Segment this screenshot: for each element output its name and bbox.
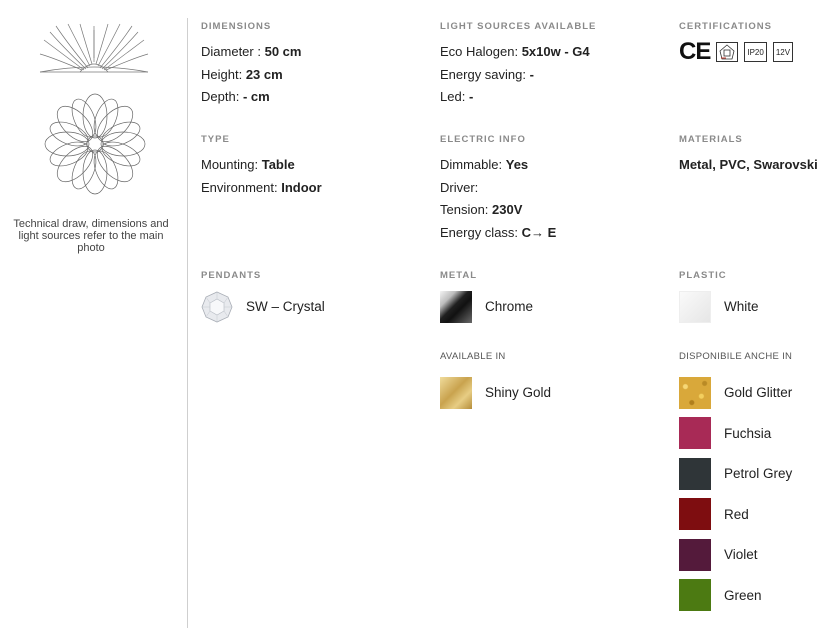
red-swatch	[679, 498, 711, 530]
ip20-badge: IP20	[744, 42, 767, 62]
diameter-label: Diameter :	[201, 44, 261, 59]
certifications-section: CERTIFICATIONS CE IP20 12V	[679, 20, 794, 65]
plastic-heading: PLASTIC	[679, 270, 727, 281]
electric-info-heading: ELECTRIC INFO	[440, 134, 526, 145]
petrol-grey-label: Petrol Grey	[724, 466, 793, 481]
driver-line: Driver:	[440, 177, 556, 200]
available-option[interactable]: Shiny Gold	[440, 376, 551, 409]
mounting-value: Table	[261, 157, 295, 172]
metal-option[interactable]: Chrome	[440, 290, 533, 323]
led-line: Led: -	[440, 86, 596, 109]
metal-section: METAL Chrome	[440, 269, 533, 331]
pendant-label: SW – Crystal	[246, 299, 325, 314]
class-ii-icon	[716, 42, 739, 62]
metal-heading: METAL	[440, 270, 478, 281]
dimensions-heading: DIMENSIONS	[201, 21, 272, 32]
environment-label: Environment:	[201, 179, 278, 195]
type-heading: TYPE	[201, 134, 230, 145]
materials-value: Metal, PVC, Swarovski	[679, 154, 818, 177]
dimmable-label: Dimmable:	[440, 157, 503, 172]
tension-label: Tension:	[440, 202, 489, 217]
dimensions-section: DIMENSIONS Diameter : 50 cm Height: 23 c…	[201, 20, 301, 109]
available-in-heading: AVAILABLE IN	[440, 351, 506, 362]
white-swatch	[679, 290, 711, 323]
fuchsia-option[interactable]: Fuchsia	[679, 417, 792, 450]
available-label: Shiny Gold	[485, 385, 552, 400]
type-section: TYPE Mounting: Table Environment: Indoor	[201, 133, 322, 199]
drawing-caption: Technical draw, dimensions and light sou…	[13, 218, 169, 254]
tension-line: Tension: 230V	[440, 199, 556, 222]
eco-halogen-label: Eco Halogen:	[440, 44, 519, 59]
depth-line: Depth: - cm	[201, 86, 301, 109]
top-view-drawing-icon	[44, 93, 146, 195]
gold-glitter-option[interactable]: Gold Glitter	[679, 376, 792, 409]
materials-section: MATERIALS Metal, PVC, Swarovski	[679, 133, 818, 177]
energy-saving-value: -	[529, 66, 534, 82]
dimmable-line: Dimmable: Yes	[440, 154, 556, 177]
also-available-section: DISPONIBILE ANCHE IN Gold Glitter Fuchsi…	[679, 350, 792, 619]
petrol-grey-option[interactable]: Petrol Grey	[679, 457, 792, 490]
led-label: Led:	[440, 89, 466, 104]
depth-value: - cm	[242, 89, 270, 104]
eco-halogen-line: Eco Halogen: 5x10w - G4	[440, 41, 596, 64]
energy-saving-line: Energy saving: -	[440, 64, 596, 87]
plastic-section: PLASTIC White	[679, 269, 759, 331]
light-sources-heading: LIGHT SOURCES AVAILABLE	[440, 21, 597, 32]
height-line: Height: 23 cm	[201, 64, 301, 87]
height-value: 23 cm	[245, 66, 283, 82]
energy-class-line: Energy class: C→ E	[440, 222, 556, 245]
mounting-line: Mounting: Table	[201, 154, 322, 177]
chrome-swatch	[440, 290, 472, 323]
pendants-heading: PENDANTS	[201, 270, 262, 281]
violet-label: Violet	[724, 547, 758, 562]
driver-label: Driver:	[440, 179, 479, 195]
plastic-label: White	[724, 299, 759, 314]
environment-line: Environment: Indoor	[201, 177, 322, 200]
eco-halogen-value: 5x10w - G4	[521, 44, 590, 59]
green-option[interactable]: Green	[679, 579, 792, 612]
side-view-drawing-icon	[39, 23, 149, 73]
plastic-option[interactable]: White	[679, 290, 759, 323]
gold-glitter-swatch	[679, 376, 711, 409]
pendant-option[interactable]: SW – Crystal	[201, 290, 325, 323]
electric-info-section: ELECTRIC INFO Dimmable: Yes Driver: Tens…	[440, 133, 556, 244]
energy-saving-label: Energy saving:	[440, 66, 526, 82]
fuchsia-swatch	[679, 417, 711, 449]
divider	[187, 18, 188, 628]
violet-swatch	[679, 538, 711, 571]
materials-text: Metal, PVC, Swarovski	[679, 157, 818, 172]
tension-value: 230V	[492, 202, 523, 217]
red-option[interactable]: Red	[679, 498, 792, 531]
diameter-line: Diameter : 50 cm	[201, 41, 301, 64]
environment-value: Indoor	[281, 179, 322, 195]
energy-class-value: C→ E	[521, 224, 557, 240]
metal-label: Chrome	[485, 299, 534, 314]
certifications-heading: CERTIFICATIONS	[679, 21, 772, 32]
gold-glitter-label: Gold Glitter	[724, 385, 793, 400]
red-label: Red	[724, 506, 749, 522]
pendants-section: PENDANTS SW – Crystal	[201, 269, 325, 331]
violet-option[interactable]: Violet	[679, 538, 792, 571]
green-swatch	[679, 579, 711, 611]
12v-badge: 12V	[772, 42, 794, 62]
materials-heading: MATERIALS	[679, 134, 743, 145]
led-value: -	[468, 89, 474, 104]
mounting-label: Mounting:	[201, 157, 259, 172]
green-label: Green	[724, 587, 762, 603]
light-sources-section: LIGHT SOURCES AVAILABLE Eco Halogen: 5x1…	[440, 20, 596, 109]
diameter-value: 50 cm	[264, 44, 302, 59]
ce-mark-icon: CE	[679, 38, 711, 65]
also-available-heading: DISPONIBILE ANCHE IN	[679, 351, 793, 362]
energy-class-label: Energy class:	[440, 224, 519, 240]
dimmable-value: Yes	[505, 157, 529, 172]
certification-badges: CE IP20 12V	[679, 38, 794, 65]
petrol-grey-swatch	[679, 457, 711, 490]
shiny-gold-swatch	[440, 376, 472, 409]
fuchsia-label: Fuchsia	[724, 425, 772, 441]
depth-label: Depth:	[201, 89, 240, 104]
height-label: Height:	[201, 66, 243, 82]
available-in-section: AVAILABLE IN Shiny Gold	[440, 350, 551, 417]
crystal-icon	[201, 291, 233, 323]
technical-drawing-panel: Technical draw, dimensions and light sou…	[0, 0, 186, 634]
